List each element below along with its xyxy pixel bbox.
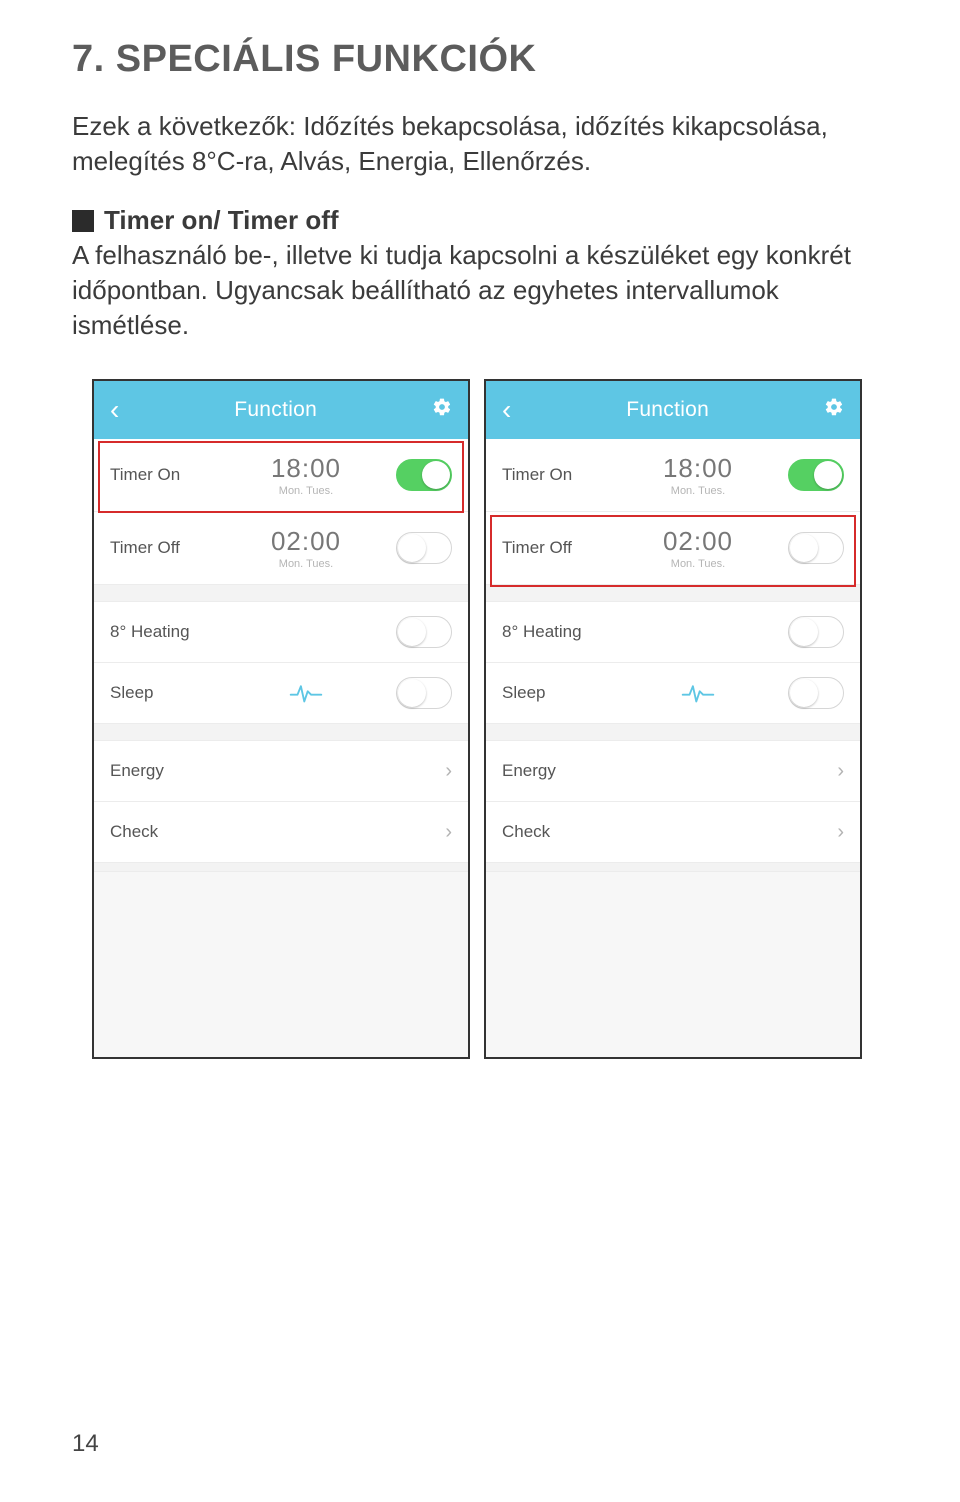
heating-label: 8° Heating	[110, 622, 190, 642]
timer-off-toggle[interactable]	[788, 532, 844, 564]
timer-on-label: Timer On	[502, 465, 608, 485]
row-timer-on[interactable]: Timer On 18:00 Mon. Tues.	[94, 439, 468, 511]
row-energy[interactable]: Energy ›	[94, 741, 468, 801]
sub-heading-text: Timer on/ Timer off	[104, 205, 339, 236]
header-title: Function	[626, 398, 709, 422]
chevron-right-icon: ›	[445, 821, 452, 844]
sleep-toggle[interactable]	[396, 677, 452, 709]
timer-off-time: 02:00	[663, 526, 733, 557]
phone-screenshots: ‹ Function Timer On 18:00 Mon. Tues. Tim…	[92, 379, 888, 1059]
sub-heading: Timer on/ Timer off	[72, 205, 888, 236]
timer-on-time: 18:00	[271, 453, 341, 484]
page-title: 7. SPECIÁLIS FUNKCIÓK	[72, 38, 888, 81]
intro-paragraph: Ezek a következők: Időzítés bekapcsolása…	[72, 109, 888, 179]
check-label: Check	[502, 822, 550, 842]
timer-off-time: 02:00	[271, 526, 341, 557]
energy-label: Energy	[502, 761, 556, 781]
gear-icon[interactable]	[432, 397, 452, 423]
header-title: Function	[234, 398, 317, 422]
row-heating[interactable]: 8° Heating	[94, 602, 468, 662]
row-check[interactable]: Check ›	[486, 802, 860, 862]
sleep-wave-icon	[216, 682, 396, 704]
phone-left: ‹ Function Timer On 18:00 Mon. Tues. Tim…	[92, 379, 470, 1059]
timer-on-label: Timer On	[110, 465, 216, 485]
timer-off-days: Mon. Tues.	[671, 558, 725, 570]
chevron-right-icon: ›	[837, 821, 844, 844]
check-label: Check	[110, 822, 158, 842]
phone-right: ‹ Function Timer On 18:00 Mon. Tues. Tim…	[484, 379, 862, 1059]
gear-icon[interactable]	[824, 397, 844, 423]
back-icon[interactable]: ‹	[502, 394, 511, 426]
row-sleep[interactable]: Sleep	[94, 663, 468, 723]
timer-off-toggle[interactable]	[396, 532, 452, 564]
row-heating[interactable]: 8° Heating	[486, 602, 860, 662]
row-timer-on[interactable]: Timer On 18:00 Mon. Tues.	[486, 439, 860, 511]
timer-on-time-col: 18:00 Mon. Tues.	[608, 453, 788, 497]
row-sleep[interactable]: Sleep	[486, 663, 860, 723]
row-timer-off[interactable]: Timer Off 02:00 Mon. Tues.	[94, 512, 468, 584]
app-header: ‹ Function	[486, 381, 860, 439]
app-header: ‹ Function	[94, 381, 468, 439]
chevron-right-icon: ›	[837, 760, 844, 783]
timer-off-time-col: 02:00 Mon. Tues.	[608, 526, 788, 570]
back-icon[interactable]: ‹	[110, 394, 119, 426]
energy-label: Energy	[110, 761, 164, 781]
app-body: Timer On 18:00 Mon. Tues. Timer Off 02:0…	[486, 439, 860, 1057]
separator	[94, 584, 468, 602]
page-number: 14	[72, 1430, 99, 1458]
sleep-wave-icon	[608, 682, 788, 704]
separator	[94, 862, 468, 872]
timer-on-days: Mon. Tues.	[279, 485, 333, 497]
square-bullet-icon	[72, 210, 94, 232]
timer-on-days: Mon. Tues.	[671, 485, 725, 497]
heating-toggle[interactable]	[396, 616, 452, 648]
timer-on-toggle[interactable]	[788, 459, 844, 491]
timer-off-time-col: 02:00 Mon. Tues.	[216, 526, 396, 570]
sleep-toggle[interactable]	[788, 677, 844, 709]
heating-label: 8° Heating	[502, 622, 582, 642]
timer-off-label: Timer Off	[502, 538, 608, 558]
row-energy[interactable]: Energy ›	[486, 741, 860, 801]
heating-toggle[interactable]	[788, 616, 844, 648]
timer-off-days: Mon. Tues.	[279, 558, 333, 570]
sleep-label: Sleep	[502, 683, 608, 703]
timer-on-toggle[interactable]	[396, 459, 452, 491]
separator	[94, 723, 468, 741]
section-timer: Timer on/ Timer off A felhasználó be-, i…	[72, 205, 888, 343]
chevron-right-icon: ›	[445, 760, 452, 783]
sub-body: A felhasználó be-, illetve ki tudja kapc…	[72, 238, 888, 343]
app-body: Timer On 18:00 Mon. Tues. Timer Off 02:0…	[94, 439, 468, 1057]
sleep-label: Sleep	[110, 683, 216, 703]
separator	[486, 862, 860, 872]
row-timer-off[interactable]: Timer Off 02:00 Mon. Tues.	[486, 512, 860, 584]
row-check[interactable]: Check ›	[94, 802, 468, 862]
timer-off-label: Timer Off	[110, 538, 216, 558]
timer-on-time-col: 18:00 Mon. Tues.	[216, 453, 396, 497]
separator	[486, 723, 860, 741]
separator	[486, 584, 860, 602]
timer-on-time: 18:00	[663, 453, 733, 484]
